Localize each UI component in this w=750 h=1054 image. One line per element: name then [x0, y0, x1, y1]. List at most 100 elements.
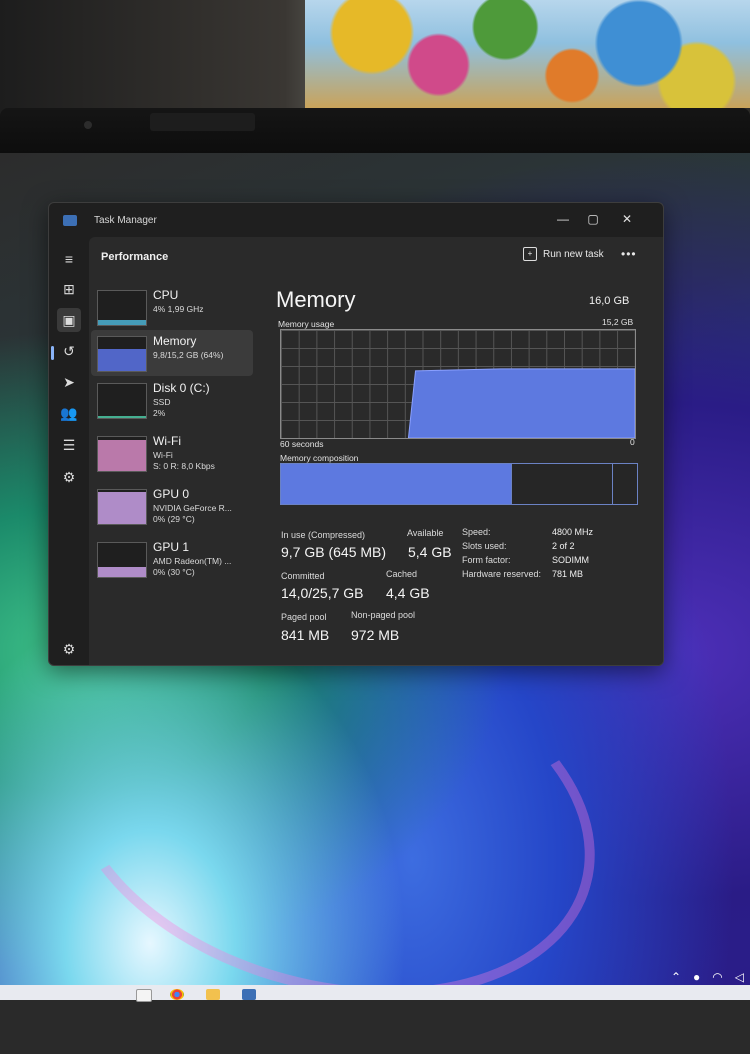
in-use-value: 9,7 GB (645 MB) [281, 544, 387, 560]
device-gpu-0[interactable]: GPU 0 NVIDIA GeForce R... 0% (29 °C) [91, 483, 253, 529]
spec-value: 781 MB [552, 569, 584, 579]
nav-rail: ≡ ⊞ ▣ ↺ ➤ 👥 ☰ ⚙ ⚙ [49, 237, 89, 665]
device-detail: AMD Radeon(TM) ... [153, 556, 232, 566]
users-icon[interactable]: 👥 [57, 401, 81, 425]
spec-key: Hardware reserved: [462, 569, 542, 579]
more-options-button[interactable]: ••• [621, 247, 637, 261]
startup-apps-icon[interactable]: ➤ [57, 370, 81, 394]
memory-thumbnail-fill [98, 349, 146, 371]
device-detail: Wi-Fi [153, 450, 173, 460]
device-name: Disk 0 (C:) [153, 381, 210, 395]
time-span-label: 60 seconds [280, 439, 324, 449]
spec-key: Slots used: [462, 541, 507, 551]
cpu-thumbnail-fill [98, 319, 146, 325]
in-use-label: In use (Compressed) [281, 530, 366, 540]
memory-thumbnail-graph [97, 336, 147, 372]
close-button[interactable]: ✕ [613, 209, 641, 229]
available-value: 5,4 GB [408, 544, 452, 560]
device-name: Wi-Fi [153, 434, 181, 448]
nonpaged-pool-value: 972 MB [351, 627, 400, 643]
minimize-button[interactable]: — [549, 209, 577, 229]
window-title: Task Manager [94, 215, 157, 226]
run-new-task-button[interactable]: + Run new task [523, 247, 604, 261]
composition-standby [512, 464, 614, 504]
memory-composition-label: Memory composition [280, 453, 359, 463]
memory-usage-graph [280, 329, 636, 439]
memory-heading: Memory [276, 287, 356, 312]
title-bar[interactable]: Task Manager — ▢ ✕ [49, 203, 663, 237]
device-name: CPU [153, 288, 179, 302]
device-name: Memory [153, 334, 197, 348]
wifi-icon[interactable]: ◠ [712, 970, 722, 984]
device-memory[interactable]: Memory 9,8/15,2 GB (64%) [91, 330, 253, 376]
disk-thumbnail-graph [97, 383, 147, 419]
task-manager-taskbar-icon[interactable] [242, 989, 256, 1000]
disk-thumbnail-fill [98, 416, 146, 418]
memory-usage-label: Memory usage [278, 319, 335, 329]
spec-key: Speed: [462, 527, 491, 537]
device-name: GPU 1 [153, 540, 190, 554]
file-icon[interactable] [136, 989, 152, 1002]
file-explorer-icon[interactable] [206, 989, 220, 1000]
chrome-icon[interactable] [170, 989, 184, 1000]
task-manager-app-icon [63, 215, 77, 226]
processes-icon[interactable]: ⊞ [57, 277, 81, 301]
settings-icon[interactable]: ⚙ [57, 637, 81, 661]
performance-icon[interactable]: ▣ [57, 308, 81, 332]
device-wifi[interactable]: Wi-Fi Wi-Fi S: 0 R: 8,0 Kbps [91, 430, 253, 476]
device-detail: SSD [153, 397, 171, 407]
spec-value: 2 of 2 [552, 541, 575, 551]
available-label: Available [407, 528, 444, 538]
laptop-bezel [0, 108, 750, 153]
gpu0-thumbnail-graph [97, 489, 147, 525]
device-detail-2: S: 0 R: 8,0 Kbps [153, 461, 215, 471]
spec-value: SODIMM [552, 555, 589, 565]
system-tray: ⌃ ● ◠ ◁ [644, 967, 750, 987]
device-detail-2: 0% (29 °C) [153, 514, 195, 524]
device-detail-2: 0% (30 °C) [153, 567, 195, 577]
cpu-thumbnail-graph [97, 290, 147, 326]
gpu0-thumbnail-fill [98, 491, 146, 524]
memory-composition-bar [280, 463, 638, 505]
device-detail: NVIDIA GeForce R... [153, 503, 232, 513]
nonpaged-pool-label: Non-paged pool [351, 610, 416, 620]
chevron-up-icon[interactable]: ⌃ [671, 970, 681, 984]
gpu1-thumbnail-fill [98, 566, 146, 577]
hamburger-icon[interactable]: ≡ [57, 247, 81, 271]
memory-usage-svg [407, 368, 635, 438]
memory-usage-area [407, 368, 635, 438]
memory-usage-max: 15,2 GB [602, 317, 634, 327]
page-title: Performance [101, 251, 169, 263]
maximize-button[interactable]: ▢ [579, 209, 607, 229]
device-cpu[interactable]: CPU 4% 1,99 GHz [91, 284, 253, 330]
gpu1-thumbnail-graph [97, 542, 147, 578]
device-name: GPU 0 [153, 487, 190, 501]
cached-label: Cached [386, 569, 418, 579]
services-icon[interactable]: ⚙ [57, 465, 81, 489]
webcam [84, 121, 92, 129]
app-history-icon[interactable]: ↺ [57, 339, 81, 363]
taskbar [0, 985, 750, 1000]
committed-label: Committed [281, 571, 325, 581]
notification-icon[interactable]: ● [693, 970, 700, 984]
speaker-icon[interactable]: ◁ [735, 970, 744, 984]
details-icon[interactable]: ☰ [57, 433, 81, 457]
composition-in-use [281, 464, 511, 504]
wifi-thumbnail-graph [97, 436, 147, 472]
device-detail: 9,8/15,2 GB (64%) [153, 350, 224, 360]
run-task-label: Run new task [543, 248, 604, 260]
device-disk[interactable]: Disk 0 (C:) SSD 2% [91, 377, 253, 423]
composition-free [612, 464, 636, 504]
device-gpu-1[interactable]: GPU 1 AMD Radeon(TM) ... 0% (30 °C) [91, 536, 253, 582]
device-detail: 4% 1,99 GHz [153, 304, 204, 314]
graph-zero-label: 0 [630, 437, 635, 447]
performance-page: Performance + Run new task ••• CPU 4% 1,… [89, 237, 663, 665]
spec-key: Form factor: [462, 555, 511, 565]
memory-total: 16,0 GB [589, 295, 630, 307]
task-manager-window: Task Manager — ▢ ✕ ≡ ⊞ ▣ ↺ ➤ 👥 ☰ ⚙ ⚙ Per… [48, 202, 664, 666]
wall-painting [305, 0, 750, 108]
cached-value: 4,4 GB [386, 585, 430, 601]
committed-value: 14,0/25,7 GB [281, 585, 364, 601]
nav-active-indicator [51, 346, 54, 360]
run-task-icon: + [523, 247, 537, 261]
